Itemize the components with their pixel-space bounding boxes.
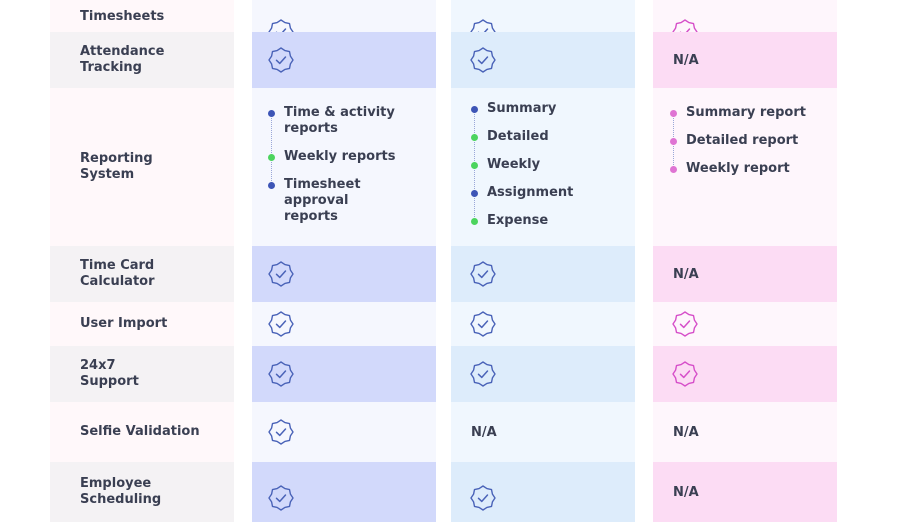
- check-badge-icon: [268, 311, 294, 337]
- reporting-item-label: Detailed report: [686, 133, 799, 148]
- reporting-list-item: Summary: [471, 101, 631, 117]
- reporting-item-label: Summary report: [686, 105, 806, 120]
- plan-c-cell: N/A: [653, 32, 837, 88]
- reporting-item-label: Expense: [487, 213, 549, 228]
- check-badge-icon: [470, 47, 496, 73]
- plan-c-cell: [653, 346, 837, 402]
- check-badge-icon: [672, 311, 698, 337]
- not-available-label: N/A: [673, 52, 699, 68]
- bullet-dot-icon: [670, 110, 677, 117]
- reporting-item-label: Time & activity reports: [284, 105, 395, 136]
- plan-b-cell: [451, 302, 635, 346]
- plan-a-cell: [252, 302, 436, 346]
- reporting-item-label: Weekly report: [686, 161, 790, 176]
- plan-c-cell: N/A: [653, 246, 837, 302]
- plan-c-cell: Summary report Detailed report Weekly repo…: [653, 88, 837, 246]
- not-available-label: N/A: [471, 424, 497, 440]
- feature-label-cell: User Import: [50, 302, 234, 346]
- feature-label-cell: Timesheets: [50, 0, 234, 32]
- feature-label-cell: Reporting System: [50, 88, 234, 246]
- reporting-list-item: Summary report: [670, 105, 830, 121]
- feature-label-cell: 24x7 Support: [50, 346, 234, 402]
- reporting-list-item: Detailed: [471, 129, 631, 145]
- plan-b-cell: [451, 246, 635, 302]
- check-badge-icon: [672, 361, 698, 387]
- feature-label: Time Card Calculator: [80, 258, 155, 289]
- plan-b-cell: [451, 32, 635, 88]
- bullet-dot-icon: [471, 134, 478, 141]
- plan-b-cell: Summary Detailed Weekly Assignment Expense: [451, 88, 635, 246]
- reporting-list: Summary Detailed Weekly Assignment Expense: [471, 101, 631, 241]
- bullet-dot-icon: [268, 110, 275, 117]
- plan-c-cell: [653, 302, 837, 346]
- plan-a-cell: [252, 402, 436, 462]
- reporting-item-label: Assignment: [487, 185, 574, 200]
- plan-a-cell: [252, 32, 436, 88]
- feature-label: Timesheets: [80, 9, 165, 24]
- check-badge-icon: [268, 485, 294, 511]
- plan-b-cell: [451, 346, 635, 402]
- bullet-dot-icon: [471, 106, 478, 113]
- reporting-list: Summary report Detailed report Weekly repo…: [670, 105, 830, 189]
- plan-a-cell: [252, 0, 436, 45]
- check-badge-icon: [470, 261, 496, 287]
- reporting-item-label: Weekly reports: [284, 149, 396, 164]
- not-available-label: N/A: [673, 424, 699, 440]
- check-badge-icon: [268, 47, 294, 73]
- reporting-list-item: Expense: [471, 213, 631, 229]
- bullet-dot-icon: [670, 166, 677, 173]
- feature-label-cell: Selfie Validation: [50, 402, 234, 462]
- reporting-list-item: Weekly: [471, 157, 631, 173]
- plan-b-cell: N/A: [451, 402, 635, 462]
- reporting-item-label: Timesheet approval reports: [284, 177, 361, 224]
- feature-label-cell: Employee Scheduling: [50, 462, 234, 522]
- check-badge-icon: [268, 361, 294, 387]
- plan-b-cell: [451, 462, 635, 522]
- plan-c-cell: [653, 0, 837, 45]
- check-badge-icon: [470, 311, 496, 337]
- plan-c-cell: N/A: [653, 462, 837, 522]
- bullet-dot-icon: [268, 154, 275, 161]
- not-available-label: N/A: [673, 484, 699, 500]
- feature-label-cell: Attendance Tracking: [50, 32, 234, 88]
- reporting-item-label: Detailed: [487, 129, 549, 144]
- plan-c-cell: N/A: [653, 402, 837, 462]
- not-available-label: N/A: [673, 266, 699, 282]
- reporting-list-item: Weekly reports: [268, 149, 428, 165]
- plan-b-cell: [451, 0, 635, 45]
- plan-a-cell: Time & activity reports Weekly reports Tim…: [252, 88, 436, 246]
- feature-label: Selfie Validation: [80, 424, 200, 439]
- check-badge-icon: [470, 485, 496, 511]
- feature-label: Reporting System: [80, 151, 153, 182]
- check-badge-icon: [268, 261, 294, 287]
- reporting-list-item: Weekly report: [670, 161, 830, 177]
- bullet-dot-icon: [471, 218, 478, 225]
- reporting-list-item: Detailed report: [670, 133, 830, 149]
- plan-a-cell: [252, 346, 436, 402]
- plan-a-cell: [252, 462, 436, 522]
- reporting-list-item: Time & activity reports: [268, 105, 428, 137]
- check-badge-icon: [470, 361, 496, 387]
- plan-a-cell: [252, 246, 436, 302]
- feature-label-cell: Time Card Calculator: [50, 246, 234, 302]
- feature-label: 24x7 Support: [80, 358, 139, 389]
- bullet-dot-icon: [268, 182, 275, 189]
- bullet-dot-icon: [471, 190, 478, 197]
- feature-label: Employee Scheduling: [80, 476, 162, 507]
- bullet-dot-icon: [670, 138, 677, 145]
- feature-label: User Import: [80, 316, 168, 331]
- reporting-list-item: Assignment: [471, 185, 631, 201]
- reporting-list-item: Timesheet approval reports: [268, 177, 428, 225]
- reporting-list: Time & activity reports Weekly reports Tim…: [268, 105, 428, 237]
- bullet-dot-icon: [471, 162, 478, 169]
- reporting-item-label: Weekly: [487, 157, 541, 172]
- reporting-item-label: Summary: [487, 101, 557, 116]
- check-badge-icon: [268, 419, 294, 445]
- feature-label: Attendance Tracking: [80, 44, 165, 75]
